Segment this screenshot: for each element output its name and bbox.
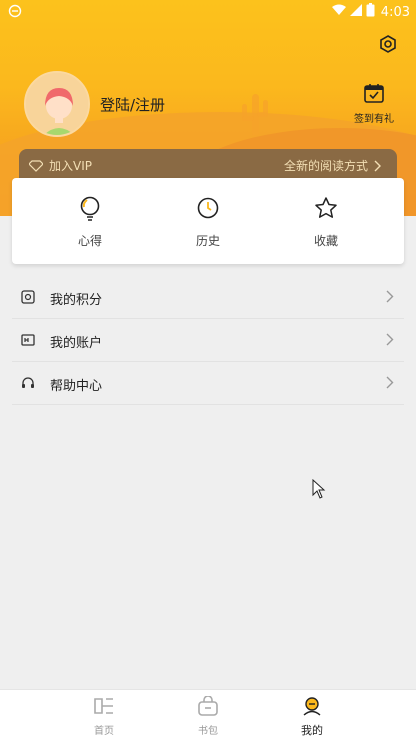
menu-item-account[interactable]: 我的账户 (12, 319, 404, 362)
menu-item-help[interactable]: 帮助中心 (12, 362, 404, 405)
vip-join-label: 加入VIP (49, 159, 92, 173)
mouse-cursor-icon (312, 479, 326, 499)
avatar[interactable] (24, 71, 90, 137)
quick-action-notes[interactable]: 心得 (50, 196, 130, 249)
chevron-right-icon (386, 376, 394, 389)
calendar-check-icon (364, 84, 384, 103)
menu-item-label: 我的积分 (50, 293, 103, 308)
quick-action-label: 历史 (195, 234, 220, 248)
bulb-icon (80, 196, 100, 221)
signin-label: 签到有礼 (354, 114, 394, 125)
menu-item-label: 帮助中心 (50, 379, 103, 394)
login-register-link[interactable]: 登陆/注册 (100, 94, 165, 115)
menu-item-points[interactable]: 我的积分 (12, 276, 404, 319)
tab-label: 首页 (94, 726, 114, 737)
user-icon (303, 697, 321, 716)
sync-icon (8, 4, 22, 22)
status-bar: 4:03 (0, 0, 416, 24)
points-icon (21, 290, 35, 304)
quick-action-favorites[interactable]: 收藏 (286, 196, 366, 249)
chevron-right-icon (386, 333, 394, 346)
menu-item-label: 我的账户 (50, 336, 103, 351)
quick-actions-card: 心得 历史 收藏 (12, 178, 404, 264)
home-icon (94, 698, 113, 714)
quick-action-label: 心得 (77, 234, 102, 248)
battery-icon (366, 3, 375, 21)
wifi-icon (331, 4, 346, 20)
tab-label: 我的 (301, 724, 323, 737)
star-icon (315, 197, 337, 218)
gear-icon (380, 35, 396, 53)
tab-mine[interactable]: 我的 (282, 696, 342, 738)
tab-home[interactable]: 首页 (74, 696, 134, 737)
settings-button[interactable] (378, 34, 398, 54)
vip-promo-label: 全新的阅读方式 (283, 159, 368, 173)
headset-icon (22, 377, 34, 388)
cactus-decoration (242, 94, 268, 136)
bag-icon (198, 695, 218, 716)
diamond-icon (29, 159, 43, 172)
tab-label: 书包 (198, 726, 218, 737)
bottom-tab-bar: 首页 书包 我的 (0, 689, 416, 739)
signin-reward-button[interactable]: 签到有礼 (352, 82, 396, 125)
vip-banner[interactable]: 加入VIP 全新的阅读方式 (19, 149, 397, 181)
clock-icon (197, 197, 219, 219)
signal-icon (349, 4, 362, 20)
quick-action-history[interactable]: 历史 (168, 196, 248, 249)
tab-bag[interactable]: 书包 (178, 695, 238, 737)
chevron-right-icon (386, 290, 394, 303)
settings-menu-list: 我的积分 我的账户 帮助中心 (12, 276, 404, 405)
quick-action-label: 收藏 (313, 234, 338, 248)
account-icon (21, 334, 35, 346)
chevron-right-icon (374, 160, 381, 171)
status-time: 4:03 (380, 4, 410, 20)
